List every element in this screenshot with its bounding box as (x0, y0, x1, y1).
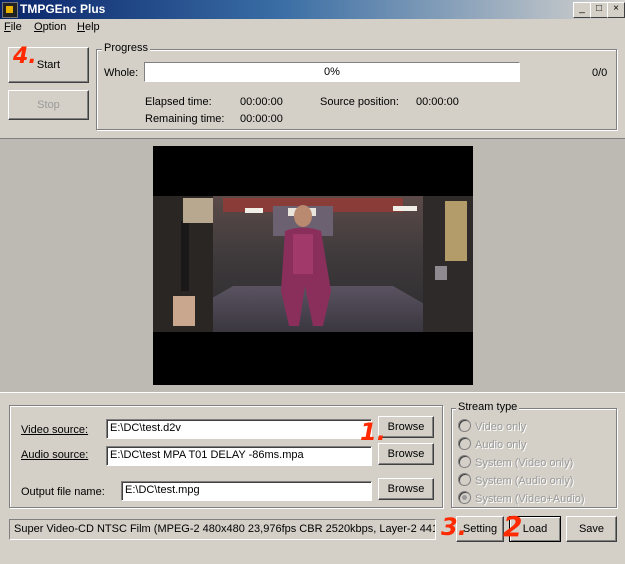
radio-selected-icon (458, 491, 471, 504)
start-button-label: Start (36, 59, 61, 71)
menu-option[interactable]: Option (34, 21, 66, 33)
video-frame-image (153, 196, 473, 332)
source-position-value: 00:00:00 (416, 96, 459, 108)
remaining-label: Remaining time: (145, 113, 225, 125)
remaining-value: 00:00:00 (240, 113, 283, 125)
menu-file[interactable]: File (4, 21, 22, 33)
output-browse-button[interactable]: Browse (378, 478, 434, 500)
radio-icon (458, 419, 471, 432)
minimize-button[interactable]: _ (573, 2, 591, 18)
video-preview (153, 146, 473, 385)
close-button[interactable]: × (607, 2, 625, 18)
stream-option-label: Video only (475, 421, 527, 433)
output-browse-label: Browse (387, 483, 425, 495)
video-browse-label: Browse (387, 421, 425, 433)
menu-help-label: elp (84, 21, 100, 33)
stream-option-label: Audio only (475, 439, 527, 451)
save-button-label: Save (578, 523, 605, 535)
menu-file-label: ile (10, 21, 22, 33)
audio-source-field[interactable]: E:\DC\test MPA T01 DELAY -86ms.mpa (106, 446, 372, 466)
progress-count: 0/0 (592, 67, 608, 79)
preview-area (0, 138, 625, 393)
video-source-field[interactable]: E:\DC\test.d2v (106, 419, 372, 439)
output-file-field[interactable]: E:\DC\test.mpg (121, 481, 372, 501)
output-file-value: E:\DC\test.mpg (125, 484, 200, 496)
video-source-value: E:\DC\test.d2v (110, 422, 181, 434)
menu-help[interactable]: Help (77, 21, 100, 33)
stream-option-system-audio-only[interactable]: System (Audio only) (458, 473, 573, 487)
menu-option-key: O (34, 21, 43, 33)
stream-option-system-video-only[interactable]: System (Video only) (458, 455, 573, 469)
title-bar[interactable]: TMPGEnc Plus _ □ × (0, 0, 625, 19)
whole-label: Whole: (104, 67, 139, 79)
menu-help-key: H (77, 21, 85, 33)
annotation-step-3: 3. (441, 513, 467, 541)
audio-browse-label: Browse (387, 448, 425, 460)
window-title: TMPGEnc Plus (20, 2, 106, 16)
stop-button-label: Stop (37, 99, 60, 111)
stream-option-label: System (Video only) (475, 457, 574, 469)
audio-source-label: Audio source: (21, 449, 89, 461)
stream-type-label: Stream type (456, 401, 520, 413)
output-file-label: Output file name: (21, 486, 105, 498)
radio-icon (458, 455, 471, 468)
annotation-step-1: 1. (360, 418, 386, 446)
load-button-label: Load (522, 523, 548, 535)
elapsed-label: Elapsed time: (145, 96, 212, 108)
stream-option-label: System (Audio only) (475, 475, 574, 487)
stream-option-system-video-audio[interactable]: System (Video+Audio) (458, 491, 585, 505)
stream-option-audio-only[interactable]: Audio only (458, 437, 526, 451)
stream-option-video-only[interactable]: Video only (458, 419, 526, 433)
menu-option-label: ption (42, 21, 67, 33)
radio-icon (458, 473, 471, 486)
format-status-value: Super Video-CD NTSC Film (MPEG-2 480x480… (14, 523, 436, 535)
elapsed-value: 00:00:00 (240, 96, 283, 108)
format-status-text: Super Video-CD NTSC Film (MPEG-2 480x480… (9, 519, 436, 540)
progress-bar: 0% (144, 62, 520, 82)
video-source-label: Video source: (21, 424, 89, 436)
audio-source-value: E:\DC\test MPA T01 DELAY -86ms.mpa (110, 449, 304, 461)
stream-option-label: System (Video+Audio) (475, 493, 585, 505)
menu-file-key: F (4, 21, 11, 33)
save-button[interactable]: Save (566, 516, 617, 542)
progress-group-label: Progress (102, 42, 151, 54)
source-position-label: Source position: (320, 96, 399, 108)
video-browse-button[interactable]: Browse (378, 416, 434, 438)
annotation-step-2: 2 (503, 510, 523, 543)
progress-percent: 0% (324, 66, 340, 78)
stop-button[interactable]: Stop (8, 90, 89, 120)
audio-browse-button[interactable]: Browse (378, 443, 434, 465)
radio-icon (458, 437, 471, 450)
annotation-step-4: 4. (13, 44, 37, 69)
maximize-button[interactable]: □ (590, 2, 608, 18)
setting-button-label: Setting (462, 523, 498, 535)
menu-bar: File Option Help (0, 19, 625, 36)
app-icon[interactable] (2, 2, 18, 18)
